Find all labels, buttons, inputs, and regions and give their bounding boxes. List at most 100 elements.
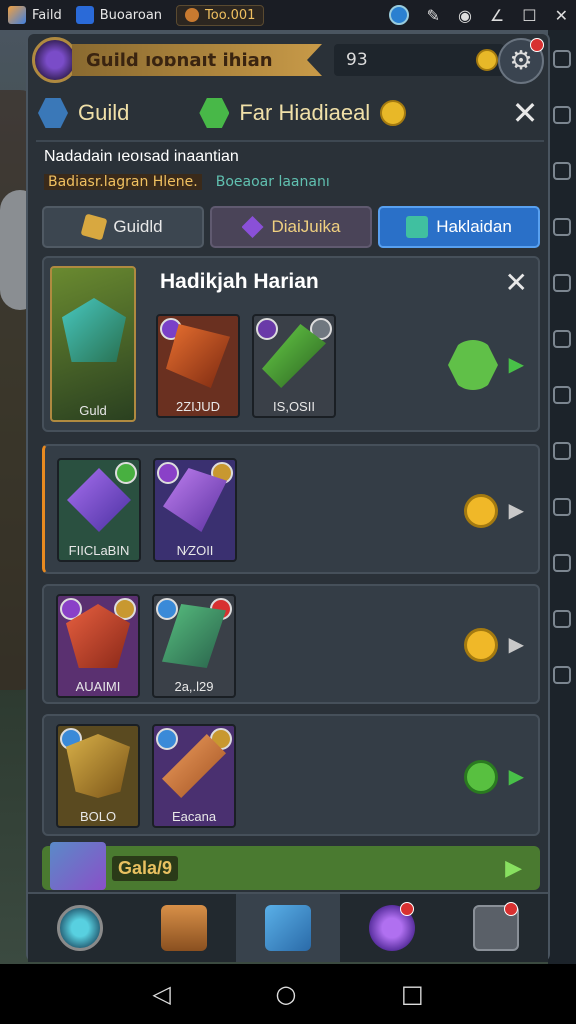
close-icon[interactable]: ✕	[505, 266, 528, 299]
claim-coin-button[interactable]	[464, 494, 498, 528]
side-tool-1-icon[interactable]	[553, 50, 571, 68]
emerald-icon	[199, 98, 230, 128]
reward-item[interactable]: Eacana	[152, 724, 236, 828]
bottom-navigation	[28, 892, 548, 962]
location-icon[interactable]	[388, 5, 409, 25]
teal-gem-icon	[406, 216, 429, 238]
description-tag-a: Badiasr.lagran Hlene.	[44, 174, 202, 190]
crystal-bundle-icon	[50, 842, 106, 890]
side-tool-11-icon[interactable]	[553, 610, 571, 628]
radio-icon[interactable]: ◉	[458, 6, 472, 25]
reward-item-label: 2a,.l29	[174, 679, 214, 694]
chevron-right-icon[interactable]: ▶	[509, 632, 524, 656]
chevron-right-icon[interactable]: ▶	[509, 352, 524, 376]
app-cube-icon	[8, 6, 26, 24]
gesture-icon[interactable]: ✎	[427, 6, 440, 25]
reward-item-label: Eacana	[171, 809, 217, 824]
window-icon[interactable]: ☐	[522, 6, 536, 25]
tab-daily[interactable]: Haklaidan	[378, 206, 540, 248]
header-row: Guild Far Hiadiaeal ✕	[38, 90, 542, 136]
reward-item[interactable]: IS,OSII	[252, 314, 336, 418]
bonus-strip[interactable]: Gala/9 ▶	[42, 842, 540, 890]
level-badge-icon	[156, 598, 178, 620]
taskbar-app-1-label: Faild	[32, 7, 62, 23]
reward-item-label: N⁄ZOII	[176, 543, 214, 558]
header-guild-label: Guild	[78, 100, 130, 125]
status-bar: Faild Buoaroan Too.001 ✎ ◉ ∠ ☐ ✕	[0, 0, 576, 30]
level-badge-icon	[156, 728, 178, 750]
green-badge-icon	[115, 462, 137, 484]
close-icon[interactable]: ✕	[508, 94, 542, 132]
gold-shield-icon	[66, 734, 130, 798]
taskbar-app-1[interactable]: Faild	[8, 6, 62, 24]
side-tool-6-icon[interactable]	[553, 330, 571, 348]
chevron-right-icon[interactable]: ▶	[509, 498, 524, 522]
currency-display: Too.001	[176, 4, 265, 26]
reward-item[interactable]: AUAIMI	[56, 594, 140, 698]
reward-item[interactable]: 2a,.l29	[152, 594, 236, 698]
nav-quests[interactable]	[236, 894, 340, 962]
gold-coin-icon	[380, 100, 407, 126]
title-ribbon: Guild ıoɒnaıt ihian	[72, 44, 322, 76]
side-tool-3-icon[interactable]	[553, 162, 571, 180]
close-window-icon[interactable]: ✕	[555, 6, 568, 25]
reward-item-label: Guld	[79, 403, 107, 418]
description: Nadadain ıeoısad inaantian Badiasr.lagra…	[44, 148, 534, 190]
side-tool-2-icon[interactable]	[553, 106, 571, 124]
tab-label: Haklaidan	[436, 217, 512, 236]
settings-button[interactable]: ⚙	[498, 38, 544, 84]
gold-coin-icon	[476, 49, 498, 71]
recents-icon[interactable]: □	[401, 980, 424, 1008]
reward-card: BOLO Eacana ▶	[42, 714, 540, 836]
reward-item[interactable]: Guld	[50, 266, 136, 422]
reward-card: AUAIMI 2a,.l29 ▶	[42, 584, 540, 704]
title-bar: Guild ıoɒnaıt ihian 93 ⚙	[28, 34, 548, 86]
side-tool-7-icon[interactable]	[553, 386, 571, 404]
edit-icon[interactable]: ∠	[490, 6, 504, 25]
side-tool-4-icon[interactable]	[553, 218, 571, 236]
notification-badge	[530, 38, 544, 52]
reward-item[interactable]: N⁄ZOII	[153, 458, 237, 562]
notification-badge	[400, 902, 414, 916]
reward-item-label: BOLO	[79, 809, 117, 824]
header-mid-label: Far Hiadiaeal	[239, 100, 371, 125]
reward-item-label: FIICLaBIN	[68, 543, 130, 558]
side-tool-8-icon[interactable]	[553, 442, 571, 460]
side-tool-9-icon[interactable]	[553, 498, 571, 516]
home-icon[interactable]: ○	[275, 980, 296, 1008]
chevron-right-icon[interactable]: ▶	[509, 764, 524, 788]
guild-gem-icon[interactable]	[32, 37, 78, 83]
nav-crystal[interactable]	[28, 894, 132, 962]
reward-item[interactable]: BOLO	[56, 724, 140, 828]
purple-crystal-icon	[241, 216, 264, 238]
taskbar-app-2-label: Buoaroan	[99, 7, 163, 23]
nav-potion[interactable]	[340, 894, 444, 962]
currency-value: Too.001	[205, 7, 256, 23]
side-tool-10-icon[interactable]	[553, 554, 571, 572]
description-line: Nadadain ıeoısad inaantian	[44, 148, 239, 165]
claim-hex-button[interactable]	[448, 340, 498, 390]
taskbar-app-2[interactable]: Buoaroan	[75, 6, 163, 24]
guild-shield-icon	[38, 98, 68, 128]
tab-guild[interactable]: Guidld	[42, 206, 204, 248]
side-toolbar	[548, 30, 576, 964]
guild-panel: Guild ıoɒnaıt ihian 93 ⚙ Guild Far Hiadi…	[26, 32, 550, 962]
side-tool-5-icon[interactable]	[553, 274, 571, 292]
treasure-chest-icon	[161, 905, 207, 951]
nav-chest[interactable]	[132, 894, 236, 962]
chevron-right-icon: ▶	[505, 855, 522, 881]
guild-currency: 93	[334, 44, 504, 76]
back-icon[interactable]: ◁	[152, 980, 170, 1008]
reward-item-label: 2ZIJUD	[175, 399, 221, 414]
claim-green-button[interactable]	[464, 760, 498, 794]
coin-icon	[185, 8, 200, 22]
reward-item[interactable]: FIICLaBIN	[57, 458, 141, 562]
notification-badge	[504, 902, 518, 916]
side-tool-12-icon[interactable]	[553, 666, 571, 684]
reward-item[interactable]: 2ZIJUD	[156, 314, 240, 418]
nav-locked[interactable]	[444, 894, 548, 962]
description-tag-b: Boeaoar laananı	[215, 174, 330, 190]
tab-diamonds[interactable]: DiaiJuika	[210, 206, 372, 248]
claim-coin-button[interactable]	[464, 628, 498, 662]
divider	[36, 140, 544, 142]
